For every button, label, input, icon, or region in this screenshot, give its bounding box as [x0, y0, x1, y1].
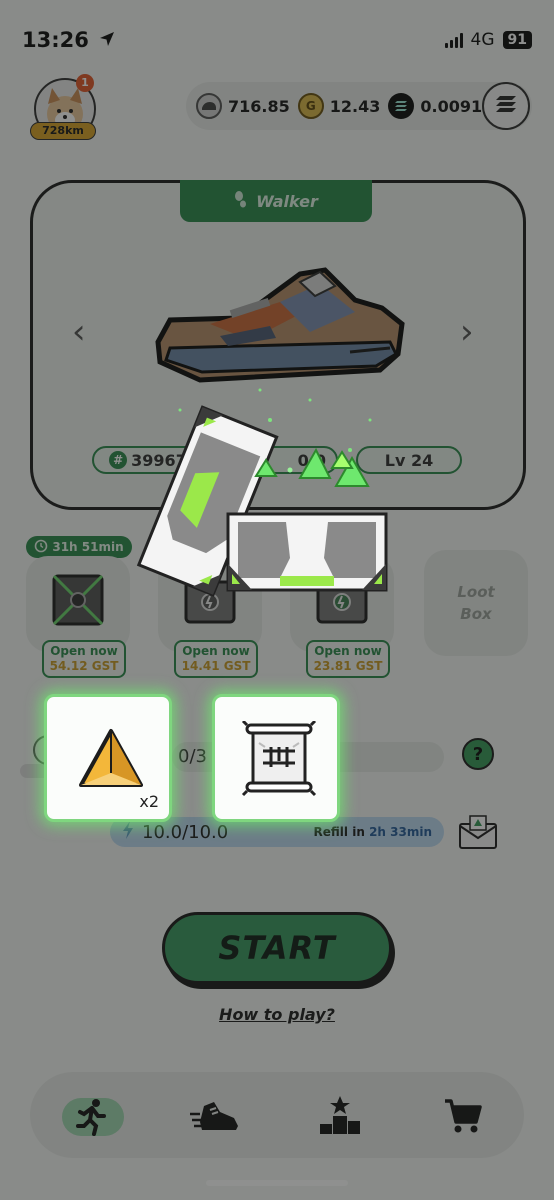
footprint-icon	[234, 190, 248, 212]
network-label: 4G	[470, 30, 495, 50]
energy-value: 10.0/10.0	[142, 821, 229, 843]
distance-badge: 728km	[30, 122, 96, 140]
sneaker-image	[150, 262, 410, 396]
gem-icon	[79, 727, 143, 795]
open-box-button-2[interactable]: Open now 14.41 GST	[174, 640, 258, 678]
start-button[interactable]: START	[162, 912, 392, 984]
loot-box-slot[interactable]: Loot Box	[424, 550, 528, 656]
refill-time: 2h 33min	[369, 825, 432, 839]
how-to-play-link[interactable]: How to play?	[0, 1005, 554, 1024]
mystery-box-icon	[50, 572, 106, 632]
opened-box-animation	[120, 380, 420, 614]
solana-coin-icon	[388, 93, 415, 119]
status-time: 13:26	[22, 28, 116, 53]
status-indicators: 4G 91	[444, 30, 532, 50]
envelope-icon	[458, 815, 498, 854]
home-indicator	[206, 1180, 348, 1186]
gmt-balance[interactable]: G 12.43	[297, 93, 380, 119]
battery-icon: 91	[502, 31, 532, 49]
nav-leaderboard-tab[interactable]	[318, 1096, 362, 1140]
reward-quantity: x2	[139, 792, 159, 811]
footprint-coin-icon	[196, 93, 222, 119]
scroll-icon	[241, 719, 317, 801]
cart-icon	[444, 1099, 482, 1138]
sneaker-class-tab: Walker	[180, 180, 372, 222]
next-sneaker-arrow[interactable]: ›	[460, 312, 474, 352]
nav-sneaker-tab[interactable]	[190, 1100, 240, 1138]
lightning-icon	[122, 820, 134, 844]
leaderboard-icon	[318, 1096, 362, 1140]
location-arrow-icon	[98, 29, 116, 53]
refill-label: Refill in	[313, 825, 365, 839]
gst-balance[interactable]: 716.85	[196, 93, 290, 119]
signal-icon	[444, 32, 463, 48]
solana-icon	[495, 95, 517, 117]
open-box-button-1[interactable]: Open now 54.12 GST	[42, 640, 126, 678]
balance-bar: 716.85 G 12.43 0.0091	[186, 82, 532, 130]
mystery-box-slot-1[interactable]	[26, 556, 130, 652]
help-button[interactable]: ?	[462, 738, 494, 770]
gmt-coin-icon: G	[297, 93, 324, 119]
reward-card-gem[interactable]: x2	[44, 694, 172, 822]
mail-button[interactable]	[458, 812, 498, 854]
sol-balance[interactable]: 0.0091	[388, 93, 482, 119]
wallet-chain-button[interactable]	[482, 82, 530, 130]
open-box-button-3[interactable]: Open now 23.81 GST	[306, 640, 390, 678]
sneaker-icon	[190, 1102, 240, 1138]
prev-sneaker-arrow[interactable]: ‹	[72, 312, 86, 352]
notification-badge: 1	[76, 74, 94, 92]
run-icon	[74, 1099, 108, 1140]
nav-run-tab[interactable]	[74, 1098, 108, 1140]
reward-card-scroll[interactable]	[212, 694, 340, 822]
clock-icon	[34, 539, 48, 556]
box-timer: 31h 51min	[26, 536, 132, 558]
nav-shop-tab[interactable]	[444, 1098, 482, 1138]
